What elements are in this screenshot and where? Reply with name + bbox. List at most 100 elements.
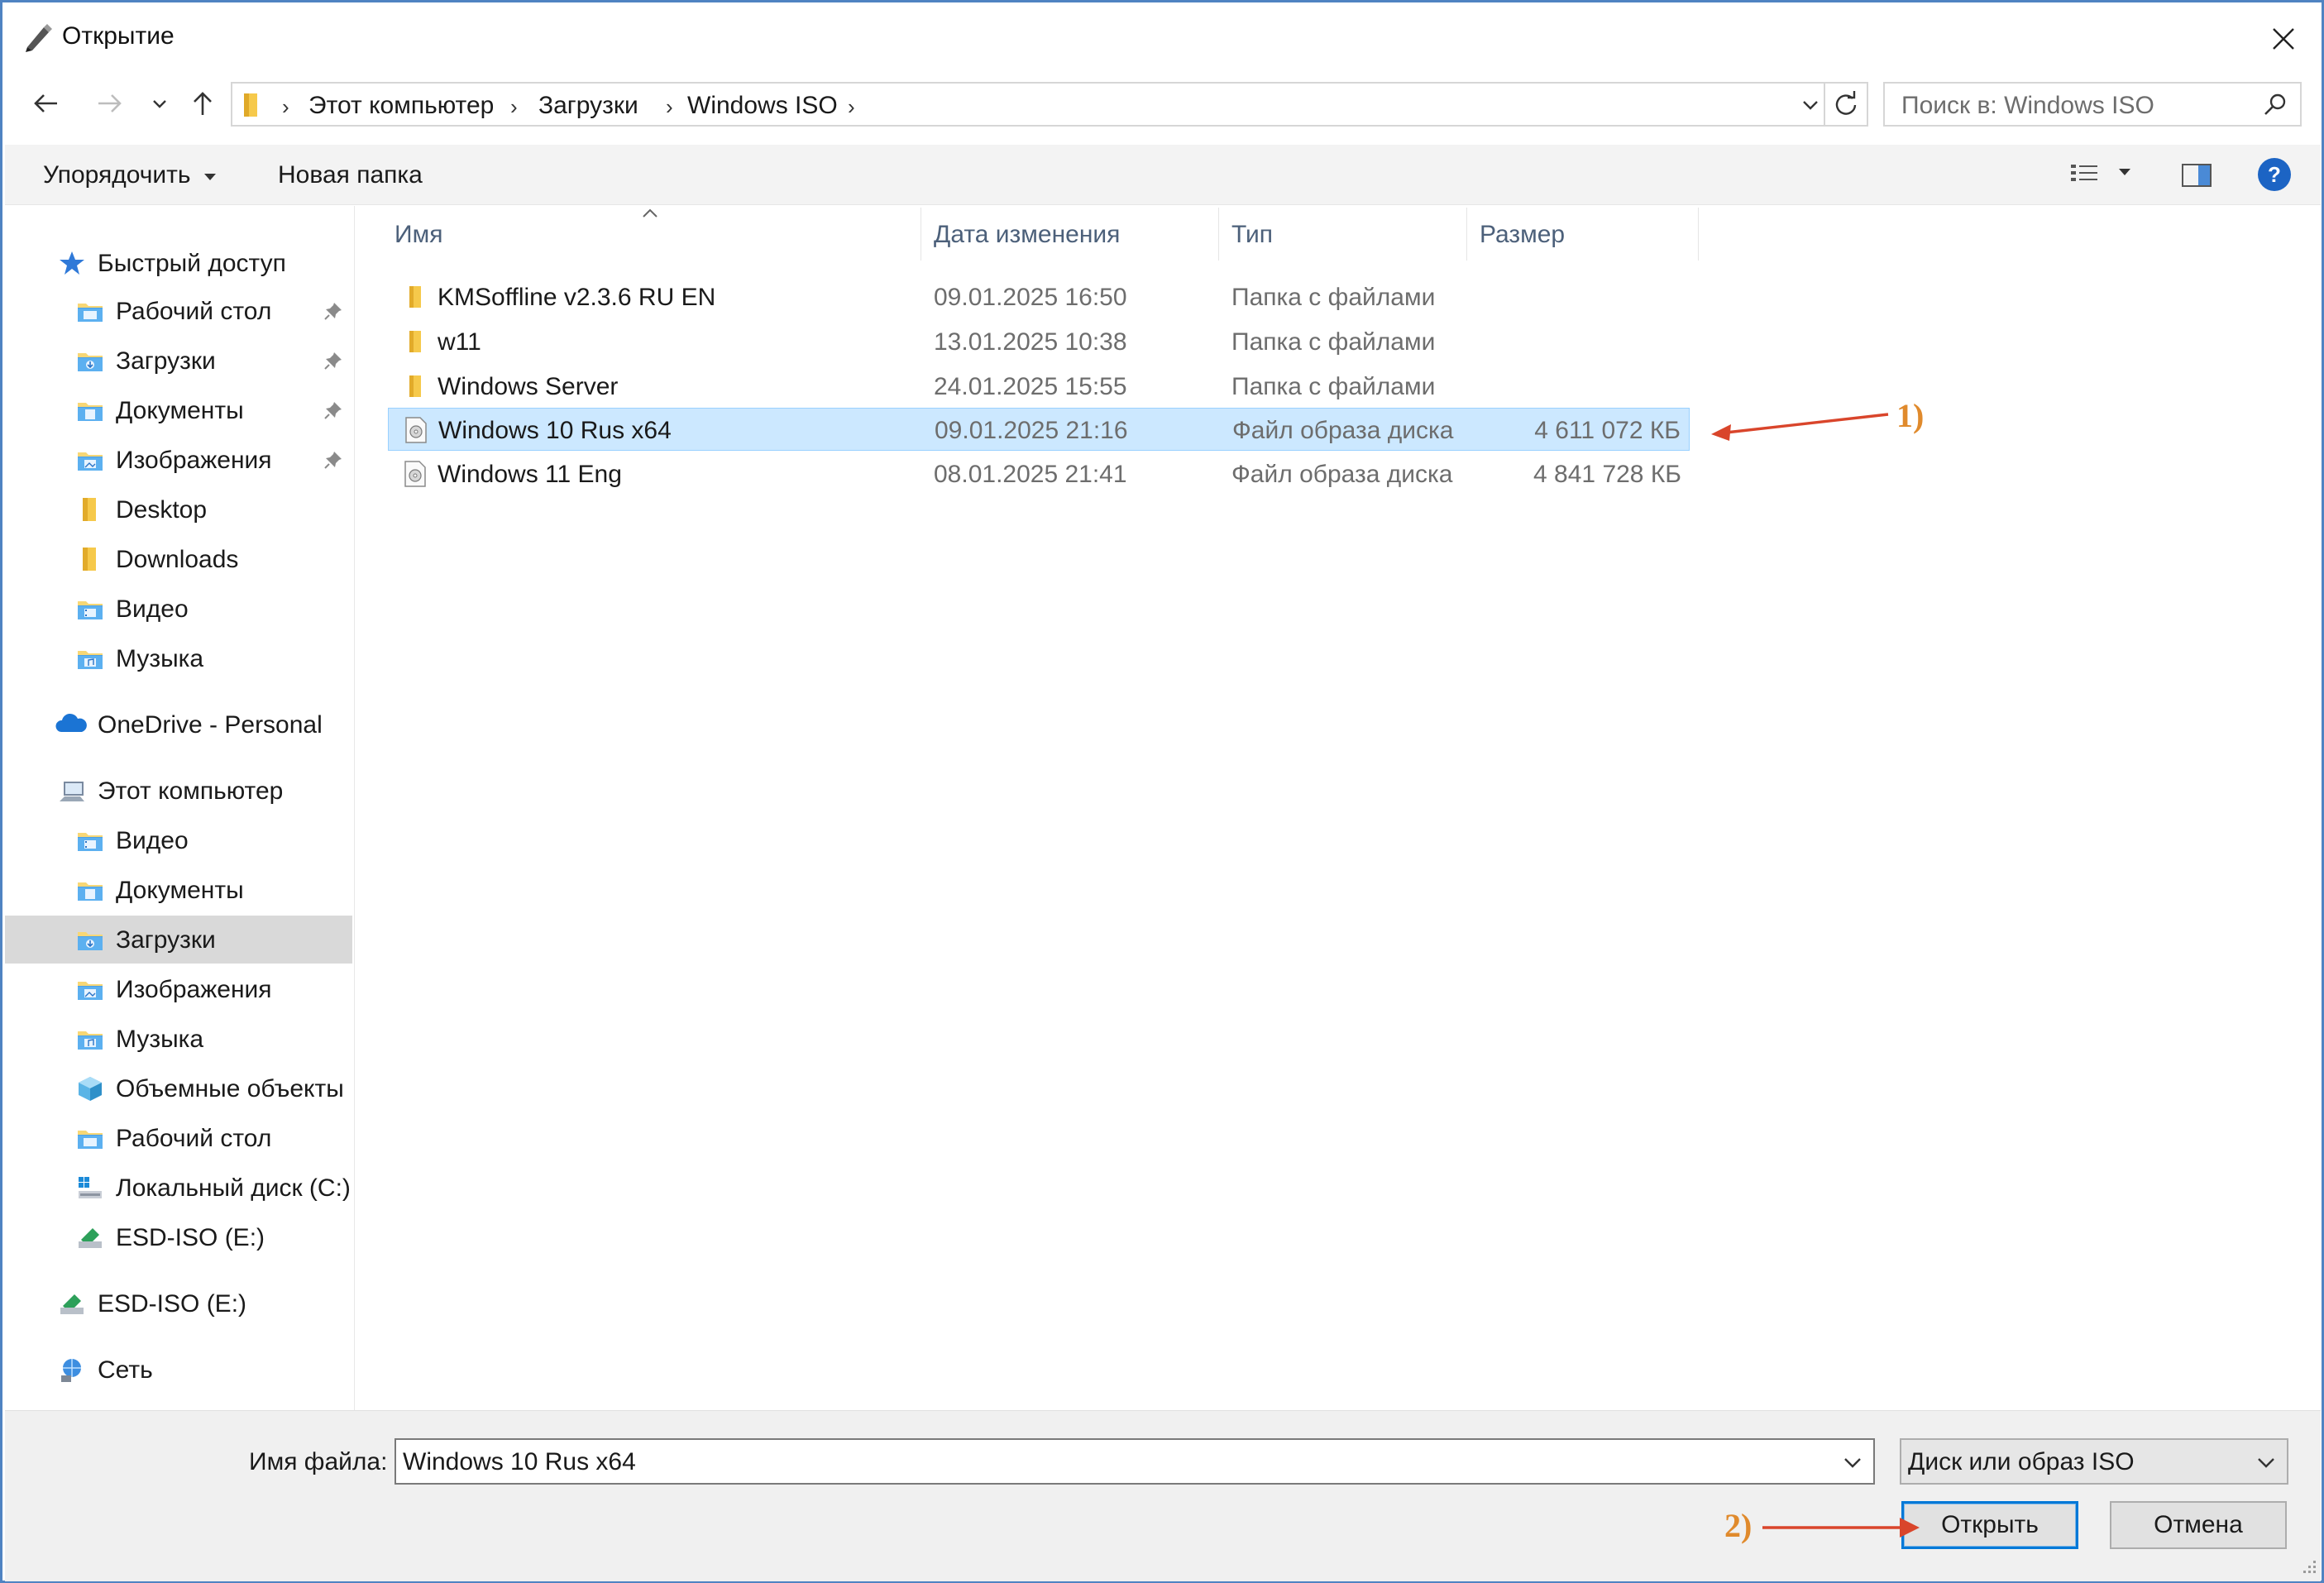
sidebar-item[interactable]: Рабочий стол — [5, 1114, 352, 1162]
filename-input[interactable]: Windows 10 Rus x64 — [395, 1438, 1875, 1485]
sidebar-item-label: Изображения — [116, 976, 272, 1003]
file-row[interactable]: Windows Server 24.01.2025 15:55 Папка с фа… — [388, 365, 1690, 408]
sidebar-item[interactable]: ESD-ISO (E:) — [5, 1213, 352, 1261]
sidebar-item[interactable]: Документы — [5, 386, 352, 434]
refresh-button[interactable] — [1824, 82, 1868, 127]
sidebar-item[interactable]: Музыка — [5, 634, 352, 682]
column-divider[interactable] — [1466, 208, 1467, 261]
file-row[interactable]: w11 13.01.2025 10:38 Папка с файлами — [388, 320, 1690, 363]
column-header-type[interactable]: Тип — [1231, 221, 1273, 249]
sidebar-item[interactable]: Быстрый доступ — [5, 239, 352, 287]
column-header-name[interactable]: Имя — [395, 221, 442, 249]
sidebar-item[interactable]: ESD-ISO (E:) — [5, 1279, 352, 1327]
sidebar-item[interactable]: Объемные объекты — [5, 1064, 352, 1112]
sidebar-item-label: Downloads — [116, 546, 239, 573]
sidebar-item[interactable]: Сеть — [5, 1346, 352, 1394]
resize-grip-icon[interactable] — [2297, 1556, 2318, 1577]
new-folder-button[interactable]: Новая папка — [278, 161, 423, 189]
chevron-down-icon — [2258, 1458, 2274, 1468]
forward-button[interactable] — [92, 85, 128, 122]
drive-icon — [76, 1174, 104, 1202]
column-header-size[interactable]: Размер — [1480, 221, 1565, 249]
chevron-right-icon[interactable]: › — [510, 94, 518, 120]
sidebar-item-label: Загрузки — [116, 347, 216, 375]
sidebar-item[interactable]: Загрузки — [5, 337, 352, 385]
file-type-select[interactable]: Диск или образ ISO — [1900, 1438, 2288, 1485]
pin-icon[interactable] — [323, 300, 344, 322]
back-button[interactable] — [27, 85, 64, 122]
chevron-down-icon[interactable] — [1800, 95, 1820, 115]
column-header-date[interactable]: Дата изменения — [934, 221, 1120, 249]
file-name: w11 — [438, 328, 481, 356]
file-row[interactable]: Windows 11 Eng 08.01.2025 21:41 Файл образ… — [388, 452, 1690, 495]
folder-icon — [403, 373, 428, 399]
view-options-button[interactable] — [2069, 160, 2102, 189]
pictures-folder-icon — [76, 446, 104, 474]
breadcrumb-downloads[interactable]: Загрузки — [538, 92, 638, 120]
file-name: KMSoffline v2.3.6 RU EN — [438, 284, 716, 311]
file-row[interactable]: KMSoffline v2.3.6 RU EN 09.01.2025 16:50 П… — [388, 275, 1690, 318]
caret-down-icon — [203, 174, 216, 180]
sidebar-item[interactable]: Downloads — [5, 535, 352, 583]
chevron-right-icon[interactable]: › — [848, 94, 855, 120]
close-button[interactable] — [2260, 16, 2307, 62]
computer-icon — [58, 777, 86, 805]
sort-ascending-icon — [643, 208, 658, 218]
pin-icon[interactable] — [323, 350, 344, 371]
file-size: 4 841 728 КБ — [1533, 461, 1681, 488]
sidebar-item[interactable]: Видео — [5, 816, 352, 864]
cancel-button[interactable]: Отмена — [2110, 1501, 2287, 1549]
breadcrumb-windows-iso[interactable]: Windows ISO — [687, 92, 838, 120]
recent-locations-button[interactable] — [145, 85, 175, 122]
details-view-icon — [2071, 165, 2097, 181]
close-icon — [2273, 28, 2294, 50]
sidebar-item[interactable]: Видео — [5, 585, 352, 633]
sidebar-item[interactable]: Загрузки — [5, 916, 352, 964]
sidebar-item[interactable]: OneDrive - Personal — [5, 701, 352, 748]
sidebar-item-label: Объемные объекты — [116, 1075, 344, 1102]
disc-image-icon — [404, 417, 428, 443]
annotation-label-1: 1) — [1896, 397, 1925, 434]
sidebar-item-label: Музыка — [116, 1026, 204, 1053]
title-bar: Открытие — [2, 2, 2322, 77]
file-date: 08.01.2025 21:41 — [934, 461, 1127, 488]
file-row[interactable]: Windows 10 Rus x64 09.01.2025 21:16 Файл о… — [388, 408, 1690, 451]
sidebar-item-label: Изображения — [116, 447, 272, 474]
sidebar-item[interactable]: Этот компьютер — [5, 767, 352, 815]
column-divider[interactable] — [1698, 208, 1699, 261]
navigation-pane: Быстрый доступ Рабочий стол Загрузки Докуме… — [5, 206, 355, 1410]
sidebar-item[interactable]: Музыка — [5, 1015, 352, 1063]
address-bar[interactable]: › Этот компьютер › Загрузки › Windows IS… — [231, 82, 1829, 127]
search-icon — [2264, 93, 2286, 115]
view-dropdown-button[interactable] — [2117, 166, 2135, 183]
sidebar-item-label: ESD-ISO (E:) — [98, 1290, 247, 1318]
search-input[interactable]: Поиск в: Windows ISO — [1883, 82, 2302, 127]
pin-icon[interactable] — [323, 449, 344, 471]
sidebar-item[interactable]: Desktop — [5, 485, 352, 533]
pin-icon[interactable] — [323, 399, 344, 421]
file-date: 09.01.2025 21:16 — [935, 417, 1128, 444]
videos-folder-icon — [76, 595, 104, 623]
file-type: Папка с файлами — [1231, 284, 1436, 311]
star-icon — [58, 249, 86, 277]
breadcrumb-this-pc[interactable]: Этот компьютер — [308, 92, 494, 120]
downloads-folder-icon — [76, 925, 104, 954]
downloads-folder-icon — [76, 347, 104, 375]
help-button[interactable]: ? — [2256, 156, 2293, 193]
open-button[interactable]: Открыть — [1901, 1501, 2078, 1549]
chevron-down-icon[interactable] — [1840, 1450, 1865, 1475]
sidebar-item[interactable]: Изображения — [5, 965, 352, 1013]
sidebar-item[interactable]: Изображения — [5, 436, 352, 484]
preview-pane-button[interactable] — [2180, 161, 2213, 189]
sidebar-item-label: Быстрый доступ — [98, 250, 286, 277]
chevron-right-icon[interactable]: › — [666, 94, 673, 120]
column-divider[interactable] — [1218, 208, 1219, 261]
arrow-up-icon — [194, 92, 212, 115]
organize-button[interactable]: Упорядочить — [43, 161, 218, 189]
sidebar-item-label: Этот компьютер — [98, 777, 284, 805]
up-button[interactable] — [184, 85, 221, 122]
sidebar-item[interactable]: Документы — [5, 866, 352, 914]
file-type: Папка с файлами — [1231, 373, 1436, 400]
sidebar-item[interactable]: Рабочий стол — [5, 287, 352, 335]
sidebar-item[interactable]: Локальный диск (C:) — [5, 1164, 352, 1212]
